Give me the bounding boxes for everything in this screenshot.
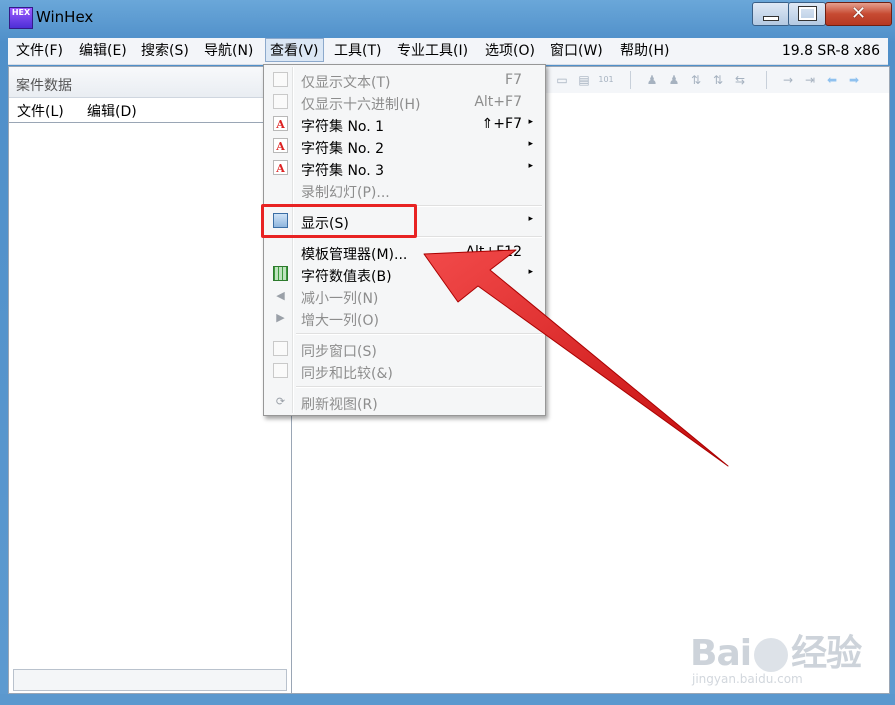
red-arrow-annotation (423, 249, 729, 467)
baidu-logo: Bai 经验 (690, 624, 862, 676)
baidu-watermark: Bai 经验 jingyan.baidu.com (690, 624, 862, 686)
arrow-shape (423, 249, 729, 467)
baidu-logo-text: Bai (690, 633, 752, 674)
baidu-logo-suffix: 经验 (791, 633, 862, 674)
paw-icon (754, 638, 789, 672)
